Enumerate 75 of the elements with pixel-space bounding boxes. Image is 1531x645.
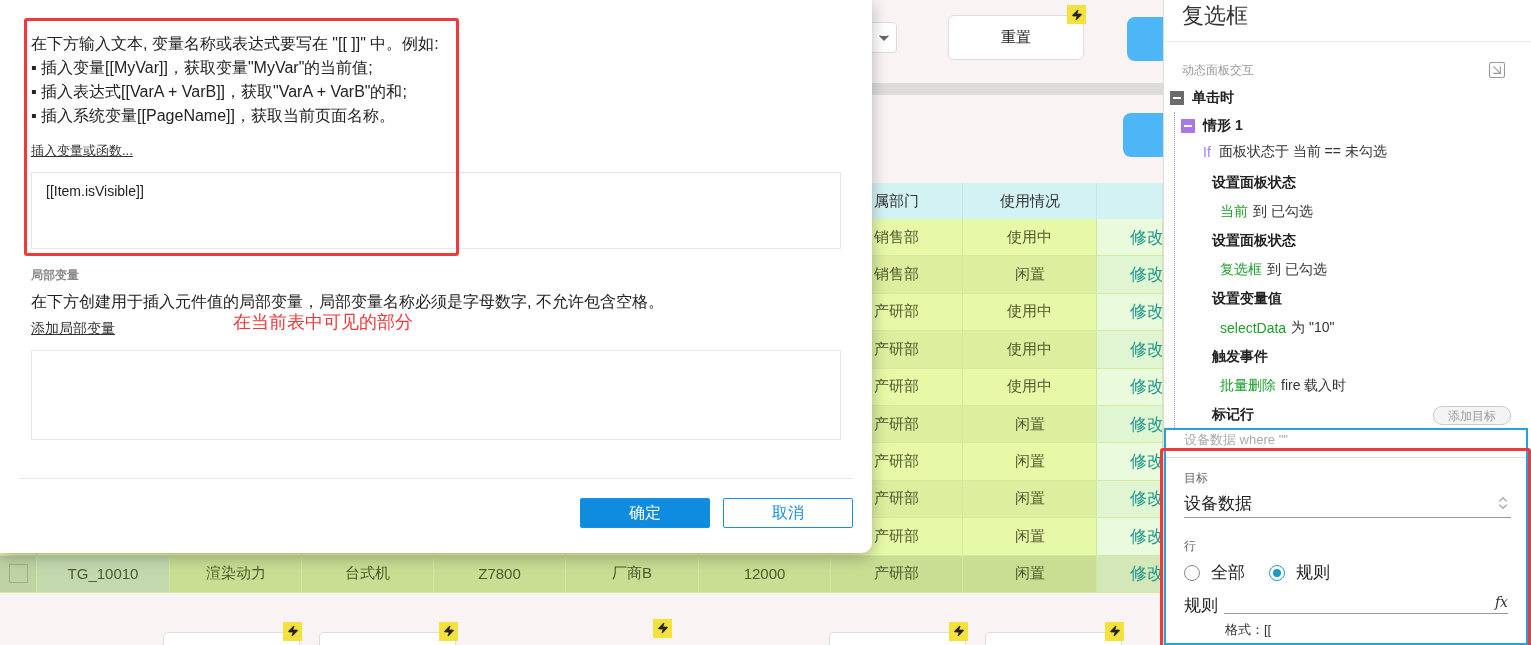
table-cell: 使用中: [963, 293, 1097, 332]
table-cell: TG_10010: [37, 555, 170, 593]
table-cell: 使用中: [963, 331, 1097, 369]
collapse-toggle[interactable]: [1181, 119, 1195, 133]
action-title: 设置面板状态: [1212, 231, 1296, 250]
lightning-icon: [439, 621, 458, 641]
event-label: 单击时: [1192, 89, 1234, 107]
format-hint: 格式：[[: [1225, 621, 1273, 639]
row-checkbox[interactable]: [8, 564, 28, 584]
action-detail: fire 载入时: [1281, 376, 1347, 395]
table-cell: 闲置: [963, 405, 1097, 444]
field-label: 目标: [1184, 470, 1209, 487]
lightning-icon: [949, 621, 968, 641]
table-cell: 产研部: [831, 555, 963, 593]
table-cell: 渲染动力: [170, 555, 302, 593]
condition-text: 面板状态于 当前 == 未勾选: [1218, 143, 1387, 161]
section-heading: 局部变量: [31, 267, 80, 284]
collapse-toggle[interactable]: [1170, 91, 1184, 105]
lightning-icon: [1105, 621, 1124, 641]
table-cell: 12000: [699, 555, 831, 593]
table-cell: 使用中: [963, 368, 1097, 406]
action-title: 设置面板状态: [1212, 173, 1296, 192]
field-label: 规则: [1184, 595, 1218, 617]
action-target[interactable]: selectData: [1220, 319, 1287, 336]
table-cell: 厂商B: [566, 555, 699, 593]
confirm-button[interactable]: 确定: [580, 498, 710, 528]
table-cell: 台式机: [302, 555, 434, 593]
table-cell: 闲置: [963, 555, 1097, 593]
case-label: 情形 1: [1203, 117, 1243, 135]
column-header: 使用情况: [963, 183, 1097, 219]
table-cell: 闲置: [963, 256, 1097, 294]
panel-title: 复选框: [1164, 0, 1531, 42]
add-variable-link[interactable]: 添加局部变量: [31, 320, 115, 338]
lightning-icon: [1067, 5, 1087, 24]
instruction-line: 在下方输入文本, 变量名称或表达式要写在 "[[ ]]" 中。例如:: [31, 34, 440, 54]
action-target[interactable]: 批量删除: [1220, 376, 1276, 395]
action-detail: 为 "10": [1291, 318, 1335, 337]
local-variables-field[interactable]: [31, 350, 841, 440]
instruction-line: ▪ 插入表达式[[VarA + VarB]]，获取"VarA + VarB"的和;: [31, 82, 408, 102]
toolbar-button[interactable]: [1127, 17, 1163, 61]
header-cell: [1097, 183, 1163, 219]
condition-keyword: If: [1203, 144, 1211, 160]
table-cell: 使用中: [963, 219, 1097, 257]
rule-field[interactable]: fx: [1224, 594, 1508, 614]
radio-option[interactable]: 全部: [1184, 561, 1245, 584]
action-title: 标记行: [1212, 406, 1254, 424]
table-cell: Z7800: [434, 555, 566, 593]
expression-field[interactable]: [[Item.isVisible]]: [31, 172, 841, 249]
lightning-icon: [283, 621, 302, 641]
field-label: 行: [1184, 538, 1197, 555]
action-title: 触发事件: [1212, 347, 1268, 366]
insert-variable-link[interactable]: 插入变量或函数...: [31, 142, 133, 160]
description-text: 在下方创建用于插入元件值的局部变量，局部变量名称必须是字母数字, 不允许包含空格。: [31, 292, 665, 312]
toolbar-button[interactable]: [1123, 113, 1163, 157]
summary-text: 设备数据 where "": [1166, 430, 1526, 458]
action-target[interactable]: 当前: [1220, 202, 1248, 221]
action-detail: 到 已勾选: [1267, 260, 1327, 279]
section-label: 动态面板交互: [1182, 61, 1254, 79]
instruction-line: ▪ 插入系统变量[[PageName]]，获取当前页面名称。: [31, 106, 396, 126]
table-cell: 闲置: [963, 480, 1097, 519]
reset-button[interactable]: 重置: [948, 15, 1085, 60]
add-target-button[interactable]: 添加目标: [1433, 405, 1511, 425]
table-cell: 闲置: [963, 443, 1097, 481]
action-target[interactable]: 复选框: [1220, 260, 1262, 279]
function-icon[interactable]: fx: [1494, 594, 1508, 613]
annotation-text: 在当前表中可见的部分: [233, 311, 413, 334]
action-title: 设置变量值: [1212, 289, 1282, 308]
expand-icon[interactable]: [1487, 60, 1507, 80]
lightning-icon: [653, 618, 672, 638]
action-detail: 到 已勾选: [1253, 202, 1313, 221]
target-select[interactable]: 设备数据: [1184, 489, 1511, 518]
cancel-button[interactable]: 取消: [723, 498, 853, 528]
radio-option[interactable]: 规则: [1269, 561, 1330, 584]
table-cell: 闲置: [963, 518, 1097, 556]
instruction-line: ▪ 插入变量[[MyVar]]，获取变量"MyVar"的当前值;: [31, 58, 374, 78]
